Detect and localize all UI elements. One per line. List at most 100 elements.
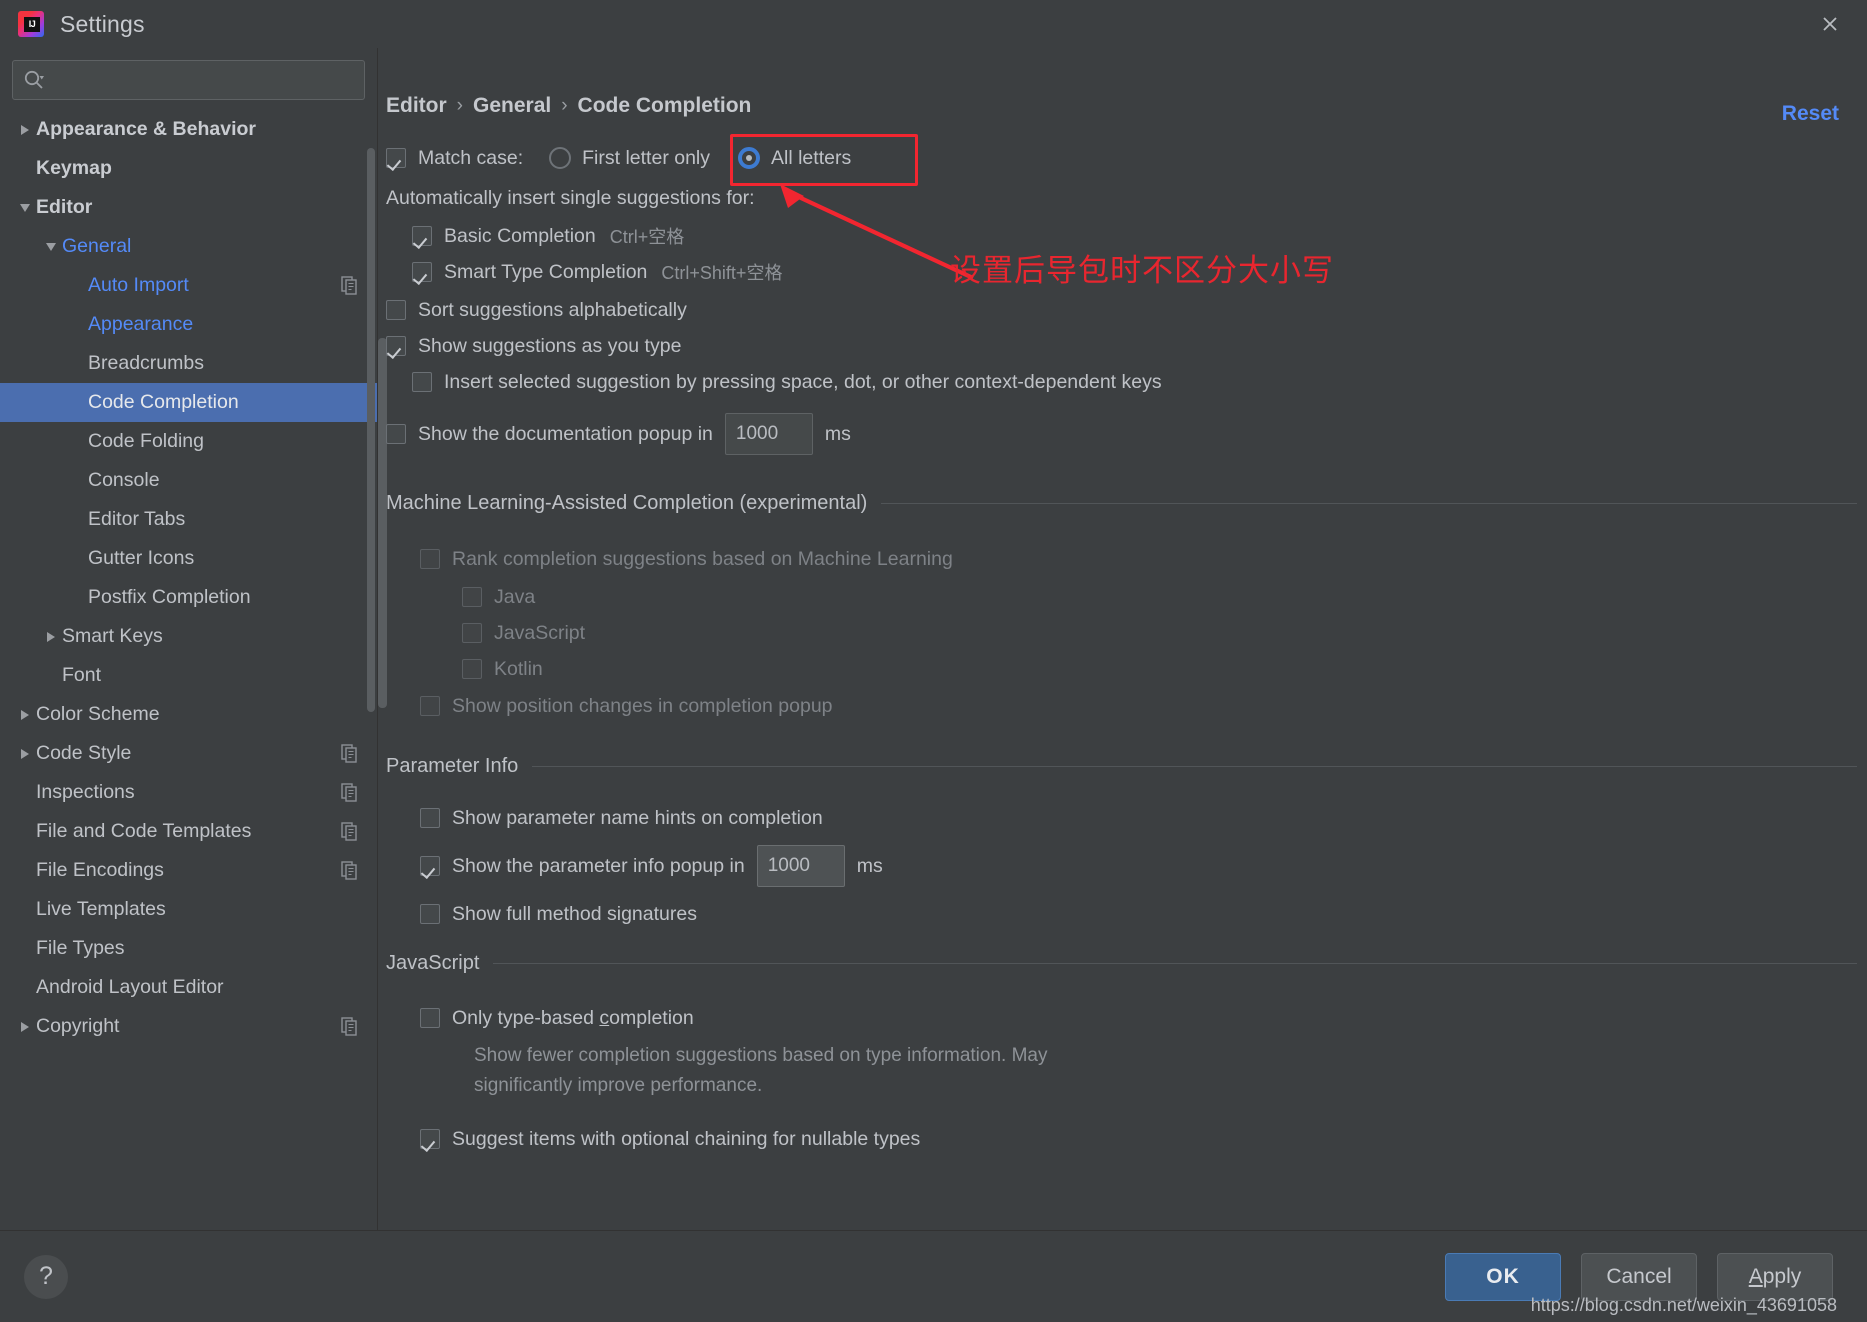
ml-position-changes-checkbox[interactable]	[420, 696, 440, 716]
sidebar-item-inspections[interactable]: Inspections	[0, 773, 377, 812]
chevron-down-icon[interactable]	[14, 204, 36, 212]
chevron-right-icon[interactable]	[14, 1022, 36, 1032]
sidebar-item-code-style[interactable]: Code Style	[0, 734, 377, 773]
sidebar-item-copyright[interactable]: Copyright	[0, 1007, 377, 1046]
breadcrumb-item-editor[interactable]: Editor	[386, 94, 447, 118]
copy-settings-icon[interactable]	[341, 821, 359, 842]
param-name-hints-checkbox[interactable]	[420, 808, 440, 828]
basic-completion-shortcut: Ctrl+空格	[609, 227, 685, 247]
ml-kotlin-checkbox[interactable]	[462, 659, 482, 679]
question-mark-icon[interactable]: ?	[24, 1254, 68, 1299]
first-letter-only-option[interactable]: First letter only	[549, 147, 710, 170]
ml-section-title: Machine Learning-Assisted Completion (ex…	[386, 492, 868, 514]
match-case-checkbox[interactable]	[386, 148, 406, 168]
insert-by-key-checkbox[interactable]	[412, 372, 432, 392]
all-letters-option[interactable]: All letters	[738, 147, 851, 170]
sidebar-item-code-folding[interactable]: Code Folding	[0, 422, 377, 461]
javascript-divider	[493, 963, 1857, 964]
optional-chaining-checkbox[interactable]	[420, 1129, 440, 1149]
search-input[interactable]	[53, 70, 354, 90]
sidebar-item-live-templates[interactable]: Live Templates	[0, 890, 377, 929]
cancel-button[interactable]: Cancel	[1581, 1252, 1697, 1301]
first-letter-only-radio[interactable]	[549, 147, 572, 169]
sidebar-item-editor[interactable]: Editor	[0, 188, 377, 227]
copy-settings-icon[interactable]	[341, 860, 359, 881]
show-as-you-type-label: Show suggestions as you type	[418, 334, 682, 357]
sidebar-item-breadcrumbs[interactable]: Breadcrumbs	[0, 344, 377, 383]
breadcrumb-item-general[interactable]: General	[473, 94, 551, 118]
sidebar-item-editor-tabs[interactable]: Editor Tabs	[0, 500, 377, 539]
sidebar-item-label: Editor Tabs	[88, 508, 186, 530]
sidebar-item-code-completion[interactable]: Code Completion	[0, 383, 377, 422]
ml-java-checkbox[interactable]	[462, 587, 482, 607]
chevron-down-icon[interactable]	[40, 243, 62, 251]
smart-type-completion-checkbox[interactable]	[412, 262, 432, 282]
only-type-based-row: Only type-based completion	[386, 995, 1857, 1041]
full-signatures-checkbox[interactable]	[420, 904, 440, 924]
copy-settings-icon[interactable]	[341, 743, 359, 764]
param-name-hints-row: Show parameter name hints on completion	[386, 796, 1857, 840]
parameter-info-title: Parameter Info	[386, 755, 519, 777]
chevron-right-icon[interactable]	[14, 710, 36, 720]
show-as-you-type-checkbox[interactable]	[386, 336, 406, 356]
sidebar-item-appearance-behavior[interactable]: Appearance & Behavior	[0, 110, 377, 149]
chevron-right-icon[interactable]	[14, 749, 36, 759]
sidebar-item-file-and-code-templates[interactable]: File and Code Templates	[0, 812, 377, 851]
param-popup-delay-input[interactable]	[756, 845, 845, 887]
copy-settings-icon[interactable]	[341, 1016, 359, 1037]
show-as-you-type-row: Show suggestions as you type	[386, 328, 1857, 364]
only-type-based-label-post: ompletion	[609, 1006, 694, 1029]
search-box[interactable]	[12, 60, 365, 100]
sidebar-item-color-scheme[interactable]: Color Scheme	[0, 695, 377, 734]
basic-completion-checkbox[interactable]	[412, 226, 432, 246]
javascript-title: JavaScript	[386, 952, 480, 974]
doc-popup-checkbox[interactable]	[386, 424, 406, 444]
sidebar-item-android-layout-editor[interactable]: Android Layout Editor	[0, 968, 377, 1007]
match-case-label: Match case:	[418, 146, 524, 169]
sidebar-item-file-encodings[interactable]: File Encodings	[0, 851, 377, 890]
apply-button[interactable]: Apply	[1717, 1252, 1833, 1301]
ml-javascript-checkbox[interactable]	[462, 623, 482, 643]
sidebar-item-postfix-completion[interactable]: Postfix Completion	[0, 578, 377, 617]
sort-alphabetically-checkbox[interactable]	[386, 300, 406, 320]
footer-button-group: OK Cancel Apply	[1445, 1252, 1833, 1301]
chevron-right-icon: ›	[456, 95, 463, 116]
doc-popup-row: Show the documentation popup in ms	[386, 408, 1857, 460]
sidebar-item-label: Breadcrumbs	[88, 352, 204, 374]
sidebar-item-label: Inspections	[36, 781, 135, 803]
sidebar-item-keymap[interactable]: Keymap	[0, 149, 377, 188]
sidebar-item-label: File and Code Templates	[36, 820, 252, 842]
only-type-based-checkbox[interactable]	[420, 1008, 440, 1028]
close-icon[interactable]	[1815, 9, 1845, 39]
param-popup-delay-checkbox[interactable]	[420, 856, 440, 876]
ml-kotlin-row: Kotlin	[386, 651, 1857, 687]
reset-link[interactable]: Reset	[1782, 102, 1839, 126]
all-letters-radio[interactable]	[738, 147, 761, 169]
only-type-based-mnemonic: c	[599, 1006, 610, 1029]
ok-button[interactable]: OK	[1445, 1252, 1561, 1301]
auto-insert-header: Automatically insert single suggestions …	[386, 186, 755, 209]
ml-rank-checkbox[interactable]	[420, 549, 440, 569]
sidebar-item-auto-import[interactable]: Auto Import	[0, 266, 377, 305]
only-type-based-label: Only type-based completion	[452, 1007, 694, 1030]
sidebar-item-smart-keys[interactable]: Smart Keys	[0, 617, 377, 656]
param-popup-delay-row: Show the parameter info popup in ms	[386, 840, 1857, 892]
ml-kotlin-label: Kotlin	[494, 657, 543, 680]
doc-popup-delay-input[interactable]	[724, 413, 813, 455]
sidebar-item-label: File Types	[36, 937, 125, 959]
ml-javascript-label: JavaScript	[494, 621, 586, 644]
sidebar-item-file-types[interactable]: File Types	[0, 929, 377, 968]
chevron-right-icon[interactable]	[14, 125, 36, 135]
sidebar-item-console[interactable]: Console	[0, 461, 377, 500]
sidebar-item-font[interactable]: Font	[0, 656, 377, 695]
breadcrumb: Editor › General › Code Completion	[378, 48, 751, 118]
copy-settings-icon[interactable]	[341, 275, 359, 296]
doc-popup-unit: ms	[824, 422, 851, 445]
sidebar-item-label: Gutter Icons	[88, 547, 195, 569]
sidebar-item-appearance[interactable]: Appearance	[0, 305, 377, 344]
sidebar-item-general[interactable]: General	[0, 227, 377, 266]
sidebar-scrollbar-thumb[interactable]	[367, 148, 375, 712]
chevron-right-icon[interactable]	[40, 632, 62, 642]
sidebar-item-gutter-icons[interactable]: Gutter Icons	[0, 539, 377, 578]
copy-settings-icon[interactable]	[341, 782, 359, 803]
